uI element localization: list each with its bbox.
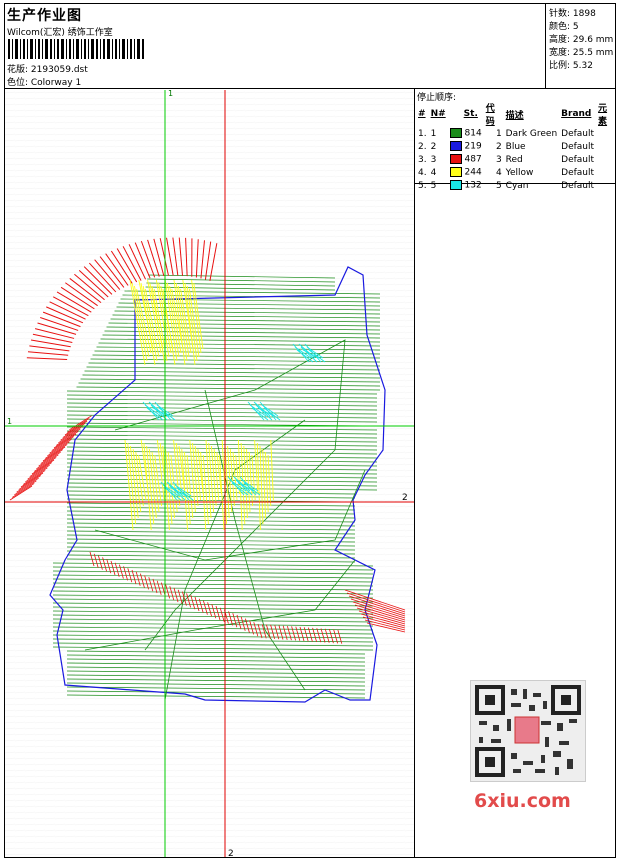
stitch-count: 487: [461, 154, 482, 165]
row-code: 5: [495, 180, 502, 191]
stitch-count: 132: [461, 180, 482, 191]
col-brand: Brand: [561, 109, 592, 119]
row-element: [596, 166, 616, 179]
legend-row: 2. 2 219 2 Blue Default: [416, 140, 616, 153]
row-stitches: 244: [448, 166, 484, 179]
stat-colors: 颜色: 5: [549, 22, 579, 32]
row-brand: Default: [561, 128, 595, 139]
color-swatch: [449, 154, 462, 165]
stitch-count: 244: [461, 167, 482, 178]
row-code: 1: [495, 128, 502, 139]
row-stitches: 814: [448, 127, 484, 140]
green-axis-left-label: 1: [7, 417, 12, 426]
row-stitches: 132: [448, 179, 484, 192]
colorway: 色位: Colorway 1: [7, 78, 82, 88]
header-left: 生产作业图 Wilcom(汇宏) 绣饰工作室 花版: 2193059.dst 色…: [4, 3, 544, 88]
barcode-icon: [8, 39, 144, 59]
row-brand: Default: [561, 141, 595, 152]
row-needle: 3: [430, 154, 437, 165]
legend-row: 5. 5 132 5 Cyan Default: [416, 179, 616, 192]
row-description: Yellow: [505, 167, 534, 178]
row-element: [596, 153, 616, 166]
row-code: 4: [495, 167, 502, 178]
row-element: [596, 127, 616, 140]
legend-row: 4. 4 244 4 Yellow Default: [416, 166, 616, 179]
legend-table: # N# St. 代码 描述 Brand 元素 1. 1 814 1 Dark Gre…: [416, 101, 616, 192]
col-element: 元素: [598, 104, 608, 127]
row-needle: 4: [430, 167, 437, 178]
color-swatch: [449, 128, 462, 139]
row-element: [596, 179, 616, 192]
row-number: 4.: [418, 167, 427, 178]
legend-row: 3. 3 487 3 Red Default: [416, 153, 616, 166]
qr-code-icon: [475, 685, 581, 777]
row-description: Dark Green: [505, 128, 558, 139]
row-stitches: 219: [448, 140, 484, 153]
stitch-count: 814: [461, 128, 482, 139]
row-needle: 1: [430, 128, 437, 139]
legend-row: 1. 1 814 1 Dark Green Default: [416, 127, 616, 140]
row-brand: Default: [561, 154, 595, 165]
company-name: Wilcom(汇宏) 绣饰工作室: [7, 28, 113, 38]
color-swatch: [449, 180, 462, 191]
stat-height: 高度: 29.6 mm: [549, 35, 614, 45]
row-code: 2: [495, 141, 502, 152]
red-axis-right-label: 2: [402, 493, 408, 503]
embroidery-canvas: 1 1 2 2: [5, 90, 414, 857]
stat-stitches: 针数: 1898: [549, 9, 596, 19]
col-stitches: St.: [463, 109, 478, 119]
row-code: 3: [495, 154, 502, 165]
stat-width: 宽度: 25.5 mm: [549, 48, 614, 58]
col-description: 描述: [505, 110, 524, 121]
legend-header-row: # N# St. 代码 描述 Brand 元素: [416, 101, 616, 127]
row-number: 3.: [418, 154, 427, 165]
col-needle: N#: [430, 109, 446, 119]
row-number: 2.: [418, 141, 427, 152]
header-divider: [4, 88, 616, 89]
col-code: 代码: [485, 104, 495, 127]
row-number: 5.: [418, 180, 427, 191]
row-brand: Default: [561, 167, 595, 178]
row-element: [596, 140, 616, 153]
row-brand: Default: [561, 180, 595, 191]
row-stitches: 487: [448, 153, 484, 166]
qr-code: [470, 680, 586, 782]
stat-scale: 比例: 5.32: [549, 61, 593, 71]
row-needle: 2: [430, 141, 437, 152]
row-number: 1.: [418, 128, 427, 139]
row-description: Blue: [505, 141, 526, 152]
red-axis-bottom-label: 2: [228, 849, 234, 857]
panel-divider: [414, 88, 415, 858]
stats-panel: 针数: 1898 颜色: 5 高度: 29.6 mm 宽度: 25.5 mm 比…: [545, 3, 616, 88]
watermark-logo: 6xiu.com: [474, 790, 571, 812]
stitch-count: 219: [461, 141, 482, 152]
page-title: 生产作业图: [7, 8, 82, 24]
green-axis-top-label: 1: [168, 90, 173, 98]
color-swatch: [449, 167, 462, 178]
row-description: Cyan: [505, 180, 529, 191]
row-description: Red: [505, 154, 523, 165]
color-swatch: [449, 141, 462, 152]
row-needle: 5: [430, 180, 437, 191]
col-number: #: [418, 109, 426, 119]
design-file: 花版: 2193059.dst: [7, 65, 88, 75]
